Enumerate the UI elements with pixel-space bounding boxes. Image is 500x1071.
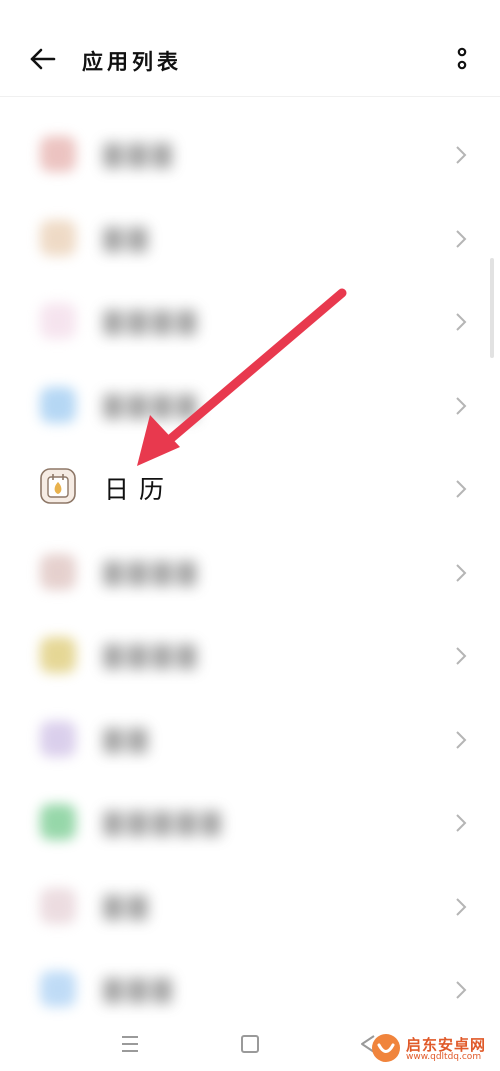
page-title: 应用列表	[82, 50, 182, 74]
app-name: ▇▇	[104, 223, 153, 252]
app-name: ▇▇▇▇	[104, 307, 202, 335]
app-icon	[40, 303, 76, 339]
app-name: ▇▇▇	[104, 140, 178, 168]
app-list: ▇▇▇ ▇▇ ▇▇▇▇ ▇▇▇▇ 日历 ▇▇▇▇ ▇▇▇▇ ▇▇ ▇▇▇▇▇ ▇…	[0, 112, 500, 1031]
list-item[interactable]: ▇▇	[0, 196, 500, 280]
chevron-right-icon	[456, 563, 467, 582]
watermark-logo-icon	[372, 1034, 400, 1062]
chevron-right-icon	[456, 981, 467, 999]
list-item-calendar[interactable]: 日历	[0, 446, 500, 530]
app-name: ▇▇▇▇▇	[104, 808, 227, 836]
app-name: ▇▇▇▇	[104, 641, 202, 669]
list-item[interactable]: ▇▇▇▇	[0, 613, 500, 697]
chevron-right-icon	[456, 730, 467, 749]
app-name: ▇▇▇	[104, 975, 178, 1003]
app-bar: 应用列表	[0, 0, 500, 97]
chevron-right-icon	[456, 313, 467, 331]
calendar-icon	[40, 468, 76, 504]
chevron-right-icon	[456, 396, 467, 415]
chevron-right-icon	[456, 229, 467, 248]
app-name: ▇▇	[104, 891, 153, 920]
app-icon	[40, 553, 76, 590]
app-icon	[40, 804, 76, 840]
list-item[interactable]: ▇▇	[0, 697, 500, 781]
app-name: ▇▇	[104, 724, 153, 753]
app-icon	[40, 386, 76, 423]
list-item[interactable]: ▇▇▇▇	[0, 363, 500, 447]
list-item[interactable]: ▇▇▇▇	[0, 530, 500, 614]
list-item[interactable]: ▇▇	[0, 864, 500, 948]
chevron-right-icon	[456, 814, 467, 832]
watermark-url: www.qdltdq.com	[406, 1052, 482, 1062]
app-icon	[40, 971, 76, 1007]
app-name: ▇▇▇▇	[104, 390, 202, 419]
arrow-left-icon[interactable]	[28, 44, 58, 74]
home-square-icon[interactable]	[238, 1032, 262, 1056]
list-item[interactable]: ▇▇▇▇▇	[0, 780, 500, 864]
watermark: 启东安卓网 www.qdltdq.com	[368, 1032, 500, 1064]
menu-icon[interactable]	[118, 1032, 142, 1056]
list-item[interactable]: ▇▇▇▇	[0, 279, 500, 363]
more-vertical-icon[interactable]	[450, 44, 474, 74]
app-icon	[40, 219, 76, 256]
app-name: ▇▇▇▇	[104, 557, 202, 586]
list-item[interactable]: ▇▇▇	[0, 112, 500, 196]
chevron-right-icon	[456, 897, 467, 916]
chevron-right-icon	[456, 647, 467, 665]
scrollbar[interactable]	[490, 258, 494, 358]
app-icon	[40, 720, 76, 757]
app-icon	[40, 637, 76, 673]
chevron-right-icon	[456, 480, 467, 498]
chevron-right-icon	[456, 146, 467, 164]
app-icon	[40, 136, 76, 172]
app-name: 日历	[104, 475, 175, 504]
app-icon	[40, 887, 76, 924]
